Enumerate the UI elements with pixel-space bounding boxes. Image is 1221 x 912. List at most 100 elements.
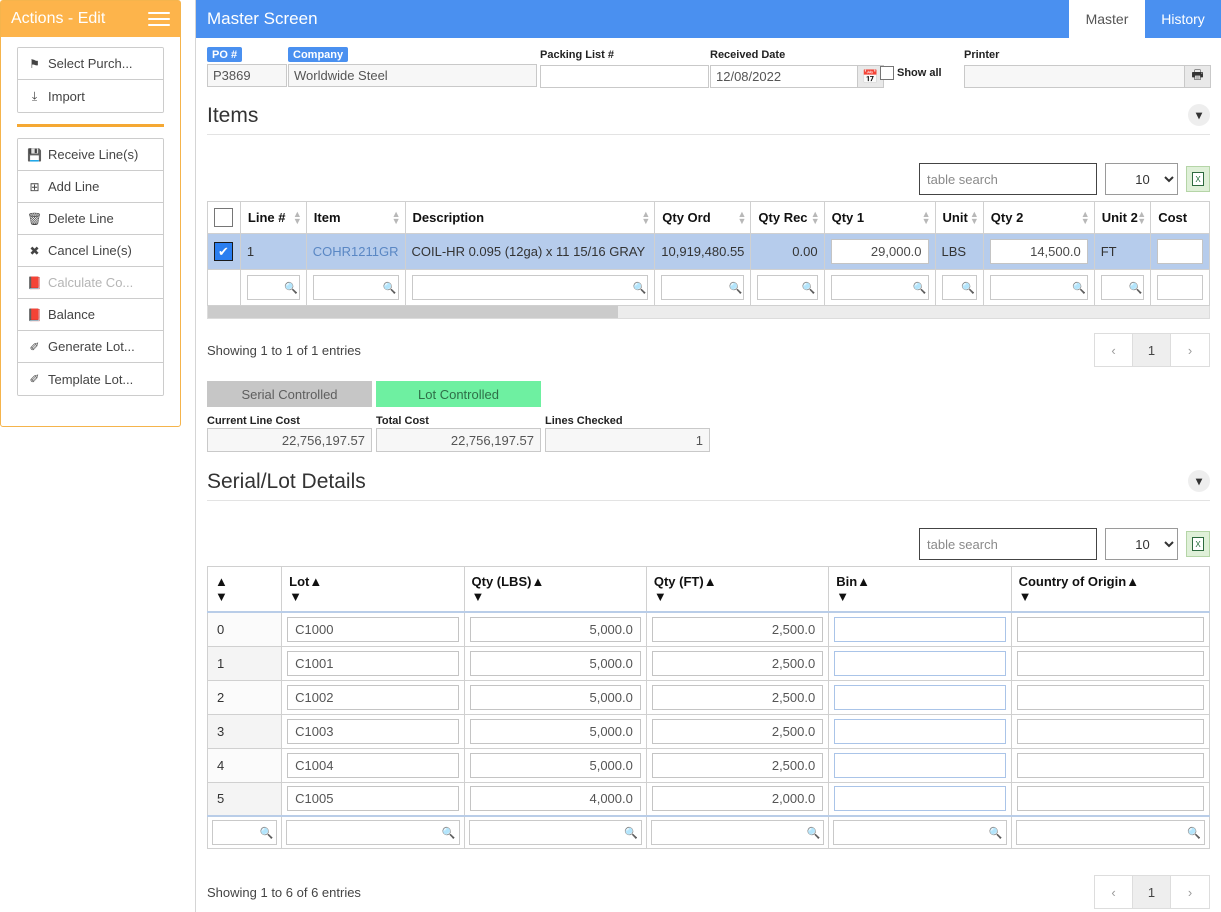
received-date-input[interactable] xyxy=(710,65,858,88)
column-filter-input[interactable] xyxy=(833,820,1007,845)
printer-icon[interactable]: 🖶 xyxy=(1185,65,1211,88)
qty-lbs-input[interactable] xyxy=(469,616,641,642)
sl-col-qty-ft-[interactable]: Qty (FT)▲ ▼ xyxy=(645,566,830,613)
cell-qty-ft[interactable] xyxy=(645,747,830,783)
sort-icon[interactable]: ▲ ▼ xyxy=(1137,209,1146,225)
items-col-qty-1[interactable]: Qty 1 ▲ ▼ xyxy=(823,201,936,234)
cell-qty-lbs[interactable] xyxy=(463,713,647,749)
table-row[interactable]: 0 xyxy=(206,611,1211,647)
column-filter-input[interactable] xyxy=(989,275,1088,300)
filter-item[interactable]: 🔍 xyxy=(305,269,406,306)
packing-list-input[interactable] xyxy=(540,65,709,88)
items-search-input[interactable] xyxy=(919,163,1097,195)
cell-country-of-origin[interactable] xyxy=(1010,611,1211,647)
pagination-page-1[interactable]: 1 xyxy=(1133,334,1171,366)
bin-input[interactable] xyxy=(834,752,1006,778)
country-of-origin-input[interactable] xyxy=(1016,650,1204,676)
bin-input[interactable] xyxy=(834,616,1006,642)
column-filter-input[interactable] xyxy=(468,820,642,845)
qty-lbs-input[interactable] xyxy=(469,786,641,812)
qty-ft-input[interactable] xyxy=(651,752,824,778)
cell-bin[interactable] xyxy=(828,713,1012,749)
pagination-prev[interactable]: ‹ xyxy=(1095,334,1133,366)
sl-col-bin[interactable]: Bin▲ ▼ xyxy=(828,566,1012,613)
qty-ft-input[interactable] xyxy=(651,786,824,812)
filter-qty-ft-[interactable]: 🔍 xyxy=(645,815,830,849)
sort-icon[interactable]: ▲ ▼ xyxy=(215,574,228,604)
table-row[interactable]: 5 xyxy=(206,781,1211,817)
action-delete-line[interactable]: 🗑 Delete Line xyxy=(18,203,163,235)
lot-input[interactable] xyxy=(287,752,459,778)
cell-qty-lbs[interactable] xyxy=(463,781,647,817)
cell-country-of-origin[interactable] xyxy=(1010,679,1211,715)
cell-country-of-origin[interactable] xyxy=(1010,781,1211,817)
filter-index[interactable]: 🔍 xyxy=(206,815,283,849)
sort-icon[interactable]: ▲ ▼ xyxy=(737,209,746,225)
qty-ft-input[interactable] xyxy=(651,718,824,744)
cell-qty-2[interactable] xyxy=(982,233,1095,270)
action-import[interactable]: ⤓ Import xyxy=(18,80,163,112)
sort-icon[interactable]: ▲ ▼ xyxy=(811,209,820,225)
country-of-origin-input[interactable] xyxy=(1016,718,1204,744)
cell-qty-lbs[interactable] xyxy=(463,645,647,681)
filter-qty-lbs-[interactable]: 🔍 xyxy=(463,815,647,849)
column-filter-input[interactable] xyxy=(830,275,929,300)
items-horizontal-scrollbar[interactable] xyxy=(207,306,1210,319)
sort-icon[interactable]: ▲ ▼ xyxy=(1081,209,1090,225)
action-select-purch[interactable]: ⚑ Select Purch... xyxy=(18,48,163,80)
lot-input[interactable] xyxy=(287,786,459,812)
sl-col-qty-lbs-[interactable]: Qty (LBS)▲ ▼ xyxy=(463,566,647,613)
cell-country-of-origin[interactable] xyxy=(1010,713,1211,749)
show-all-checkbox[interactable] xyxy=(880,66,894,80)
cell-cost[interactable] xyxy=(1150,233,1210,270)
filter-qty-ord[interactable]: 🔍 xyxy=(654,269,752,306)
sl-col-country-of-origin[interactable]: Country of Origin▲ ▼ xyxy=(1010,566,1211,613)
pagination-next[interactable]: › xyxy=(1171,334,1209,366)
qty-ft-input[interactable] xyxy=(651,616,824,642)
action-generate-lot[interactable]: ✐ Generate Lot... xyxy=(18,331,163,363)
bin-input[interactable] xyxy=(834,786,1006,812)
table-row[interactable]: 3 xyxy=(206,713,1211,749)
filter-unit[interactable]: 🔍 xyxy=(934,269,984,306)
filter-cost[interactable] xyxy=(1150,269,1210,306)
tab-master[interactable]: Master xyxy=(1069,0,1145,38)
qty-2-input[interactable] xyxy=(989,239,1088,264)
sort-icon[interactable]: ▲ ▼ xyxy=(293,209,302,225)
chevron-down-icon[interactable]: ▾ xyxy=(1188,104,1210,126)
column-filter-input[interactable] xyxy=(246,275,300,300)
filter-description[interactable]: 🔍 xyxy=(404,269,656,306)
cell-qty-lbs[interactable] xyxy=(463,679,647,715)
lot-controlled-badge[interactable]: Lot Controlled xyxy=(376,381,541,407)
scrollbar-thumb[interactable] xyxy=(208,306,619,318)
cell-lot[interactable] xyxy=(281,713,465,749)
country-of-origin-input[interactable] xyxy=(1016,616,1204,642)
sort-icon[interactable]: ▲ ▼ xyxy=(970,209,979,225)
po-input[interactable] xyxy=(207,64,287,87)
filter-country-of-origin[interactable]: 🔍 xyxy=(1010,815,1211,849)
column-filter-input[interactable] xyxy=(411,275,649,300)
cell-bin[interactable] xyxy=(828,645,1012,681)
sort-icon[interactable]: ▲ ▼ xyxy=(641,209,650,225)
cell-lot[interactable] xyxy=(281,611,465,647)
cell-qty-ft[interactable] xyxy=(645,611,830,647)
action-cancel-line-s[interactable]: ✖ Cancel Line(s) xyxy=(18,235,163,267)
row-checkbox[interactable]: ✔ xyxy=(214,242,233,261)
items-col-qty-2[interactable]: Qty 2 ▲ ▼ xyxy=(982,201,1095,234)
bin-input[interactable] xyxy=(834,650,1006,676)
excel-export-icon[interactable]: X xyxy=(1186,531,1210,557)
cell-qty-ft[interactable] xyxy=(645,713,830,749)
cell-country-of-origin[interactable] xyxy=(1010,645,1211,681)
filter-qty-2[interactable]: 🔍 xyxy=(982,269,1095,306)
cell-qty-ft[interactable] xyxy=(645,679,830,715)
column-filter-input[interactable] xyxy=(286,820,460,845)
column-filter-input[interactable] xyxy=(212,820,278,845)
action-template-lot[interactable]: ✐ Template Lot... xyxy=(18,363,163,395)
bin-input[interactable] xyxy=(834,684,1006,710)
table-row[interactable]: 4 xyxy=(206,747,1211,783)
filter-line-[interactable]: 🔍 xyxy=(239,269,307,306)
cell-lot[interactable] xyxy=(281,645,465,681)
cell-qty-ft[interactable] xyxy=(645,645,830,681)
cell-qty-lbs[interactable] xyxy=(463,747,647,783)
chevron-down-icon[interactable]: ▾ xyxy=(1188,470,1210,492)
items-col-qty-ord[interactable]: Qty Ord ▲ ▼ xyxy=(654,201,752,234)
